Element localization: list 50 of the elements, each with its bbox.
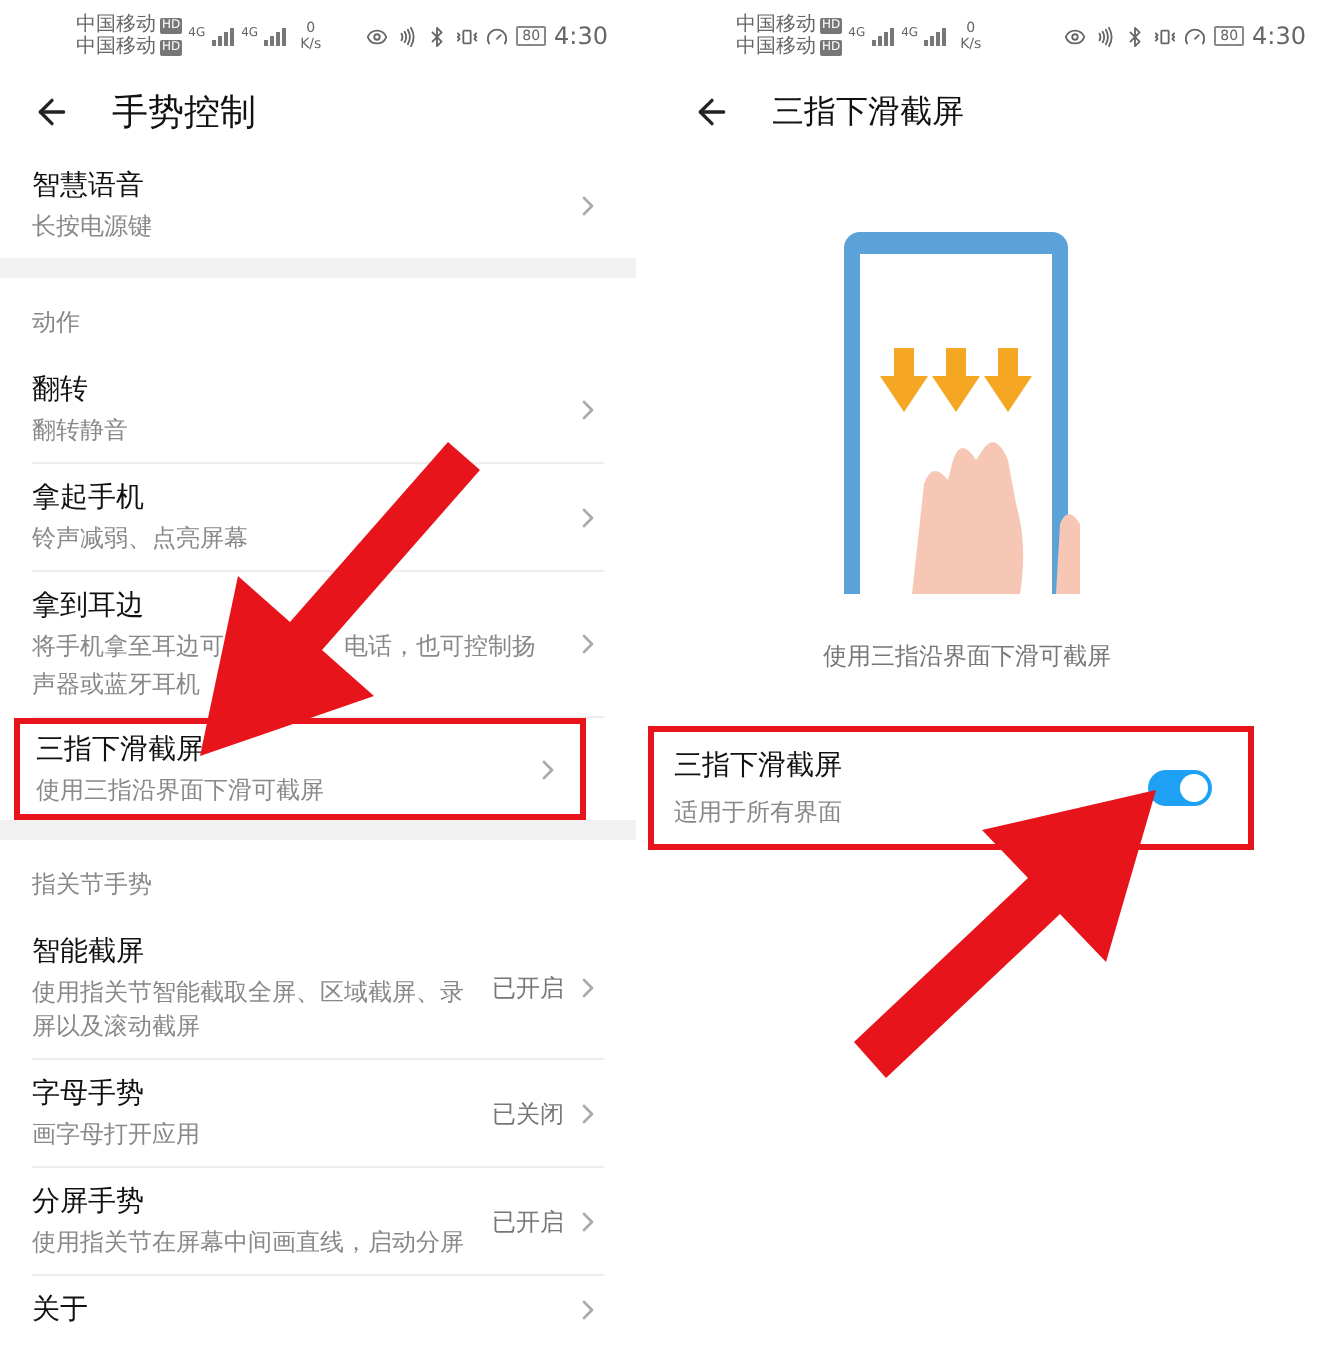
setting-description: 使用指关节在屏幕中间画直线，启动分屏 — [32, 1226, 466, 1260]
clock-time: 4:30 — [554, 20, 608, 54]
toggle-switch[interactable] — [1148, 770, 1212, 806]
carrier-name: 中国移动 — [736, 36, 816, 58]
setting-description: 铃声减弱、点亮屏幕 — [32, 522, 250, 556]
carrier-name: 中国移动 — [76, 36, 156, 58]
setting-description: 声器或蓝牙耳机 — [32, 668, 200, 702]
setting-description: 使用指关节智能截取全屏、区域截屏、录屏以及滚动截屏 — [32, 976, 466, 1044]
setting-description: 画字母打开应用 — [32, 1118, 202, 1152]
carrier-name: 中国移动 — [736, 14, 816, 36]
setting-description: 使用三指沿界面下滑可截屏 — [36, 774, 326, 808]
eye-icon — [366, 25, 389, 47]
signal-icon — [264, 27, 289, 45]
setting-title: 智慧语音 — [32, 168, 146, 206]
setting-description: 翻转静音 — [32, 414, 130, 448]
setting-status: 已开启 — [492, 1205, 564, 1239]
gauge-icon — [1184, 25, 1207, 47]
signal-icon — [924, 27, 949, 45]
clock-time: 4:30 — [1252, 20, 1306, 54]
bluetooth-icon — [1124, 25, 1147, 47]
setting-title: 三指下滑截屏 — [674, 748, 844, 786]
setting-title: 字母手势 — [32, 1076, 146, 1114]
nfc-icon — [396, 25, 419, 47]
signal-icon — [211, 27, 236, 45]
signal-icon — [871, 27, 896, 45]
setting-title: 关于 — [32, 1292, 90, 1330]
gauge-icon — [486, 25, 509, 47]
setting-title: 翻转 — [32, 372, 90, 410]
eye-icon — [1064, 25, 1087, 47]
setting-description: 适用于所有界面 — [674, 796, 844, 830]
nfc-icon — [1094, 25, 1117, 47]
vibrate-icon — [456, 25, 479, 47]
illustration-caption: 使用三指沿界面下滑可截屏 — [823, 640, 1111, 674]
setting-status: 已关闭 — [492, 1097, 564, 1131]
carrier-name: 中国移动 — [76, 14, 156, 36]
setting-title: 三指下滑截屏 — [36, 732, 206, 770]
page-title: 三指下滑截屏 — [772, 90, 964, 134]
section-header: 指关节手势 — [32, 870, 152, 898]
setting-description: 长按电源键 — [32, 210, 154, 244]
setting-description: 电话，也可控制扬 — [344, 630, 536, 664]
section-header: 动作 — [32, 308, 80, 336]
setting-title: 拿起手机 — [32, 480, 146, 518]
vibrate-icon — [1154, 25, 1177, 47]
setting-description: 将手机拿至耳边可 — [32, 630, 224, 664]
setting-title: 分屏手势 — [32, 1184, 146, 1222]
bluetooth-icon — [426, 25, 449, 47]
setting-title: 智能截屏 — [32, 934, 146, 972]
setting-title: 拿到耳边 — [32, 588, 146, 626]
page-title: 手势控制 — [112, 89, 256, 137]
setting-status: 已开启 — [492, 972, 564, 1006]
